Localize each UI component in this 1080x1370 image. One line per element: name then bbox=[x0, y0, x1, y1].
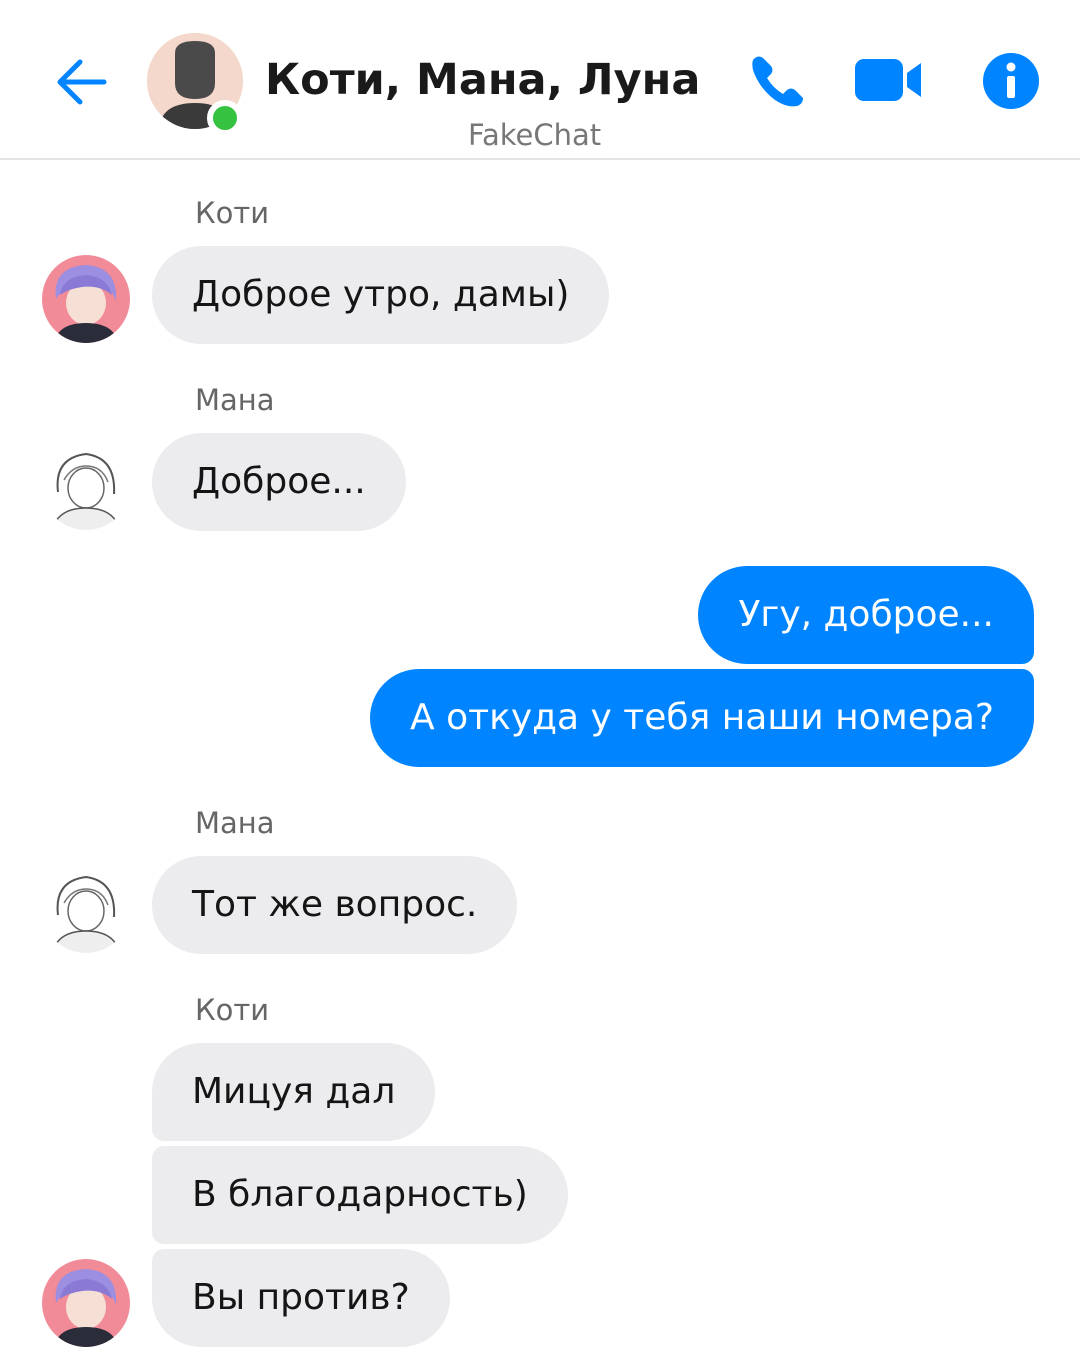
message-bubble-outgoing[interactable]: Угу, доброе... bbox=[698, 566, 1034, 664]
call-button[interactable] bbox=[745, 50, 811, 112]
sender-name: Коти bbox=[195, 196, 270, 230]
anime-avatar-purple-icon bbox=[42, 255, 130, 343]
chat-header: Коти, Мана, Луна FakeChat bbox=[0, 0, 1080, 160]
sender-name: Мана bbox=[195, 806, 275, 840]
avatar-koti[interactable] bbox=[42, 255, 130, 343]
avatar-mana[interactable] bbox=[42, 442, 130, 530]
chat-subtitle: FakeChat bbox=[468, 118, 602, 152]
message-bubble-outgoing[interactable]: А откуда у тебя наши номера? bbox=[370, 669, 1034, 767]
message-bubble-incoming[interactable]: Вы против? bbox=[152, 1249, 450, 1347]
back-button[interactable] bbox=[52, 52, 112, 112]
message-bubble-incoming[interactable]: Доброе утро, дамы) bbox=[152, 246, 610, 344]
avatar-mana[interactable] bbox=[42, 865, 130, 953]
info-icon bbox=[983, 53, 1039, 109]
message-bubble-incoming[interactable]: В благодарность) bbox=[152, 1146, 568, 1244]
message-bubble-incoming[interactable]: Доброе... bbox=[152, 433, 406, 531]
phone-icon bbox=[752, 56, 803, 107]
sketch-avatar-icon bbox=[42, 442, 130, 530]
sketch-avatar-icon bbox=[42, 865, 130, 953]
message-bubble-incoming[interactable]: Тот же вопрос. bbox=[152, 856, 518, 954]
video-call-button[interactable] bbox=[853, 55, 925, 117]
arrow-left-icon bbox=[57, 59, 107, 105]
chat-title[interactable]: Коти, Мана, Луна bbox=[265, 55, 700, 105]
sender-name: Мана bbox=[195, 383, 275, 417]
online-status-dot bbox=[207, 100, 243, 136]
sender-name: Коти bbox=[195, 993, 270, 1027]
info-button[interactable] bbox=[980, 50, 1042, 112]
message-bubble-incoming[interactable]: Мицуя дал bbox=[152, 1043, 436, 1141]
anime-avatar-purple-icon bbox=[42, 1259, 130, 1347]
avatar-koti[interactable] bbox=[42, 1259, 130, 1347]
video-camera-icon bbox=[855, 59, 921, 101]
